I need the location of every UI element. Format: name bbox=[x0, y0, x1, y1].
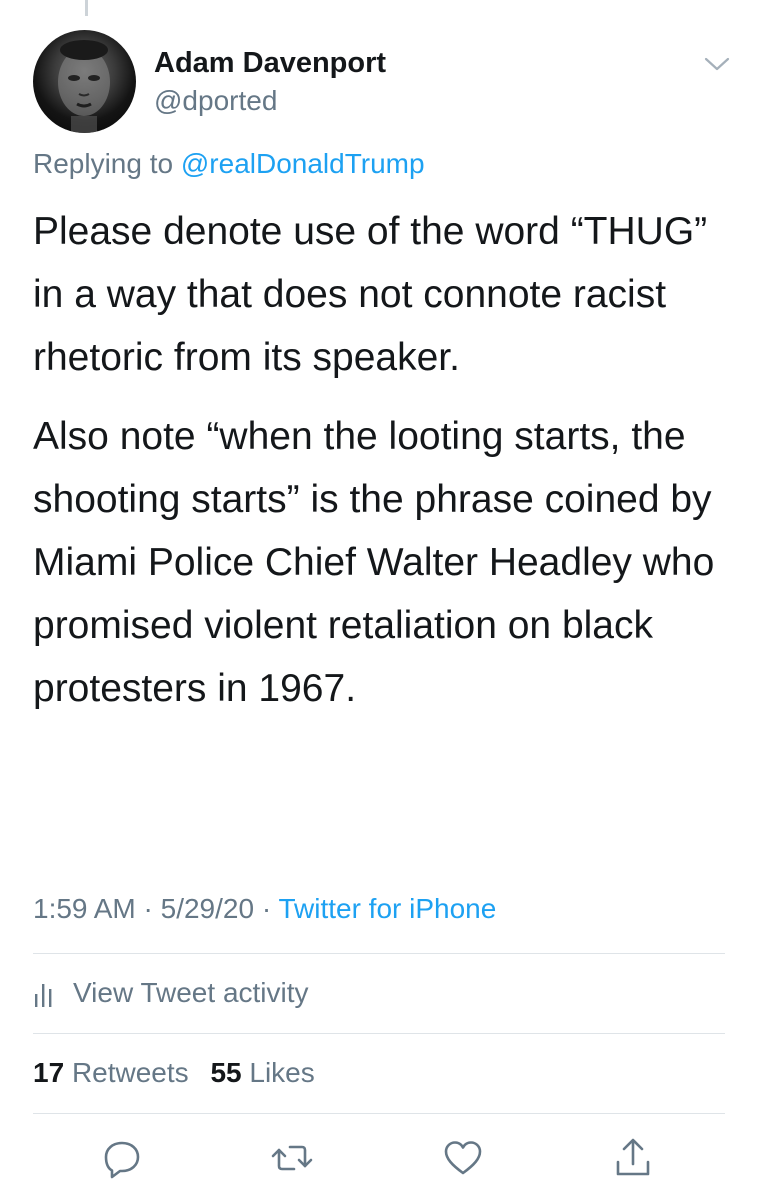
replying-to-mention-link[interactable]: @realDonaldTrump bbox=[181, 148, 425, 179]
tweet-source-link[interactable]: Twitter for iPhone bbox=[278, 893, 496, 924]
avatar[interactable] bbox=[33, 30, 136, 133]
author-display-name[interactable]: Adam Davenport bbox=[154, 47, 386, 80]
view-tweet-activity-label: View Tweet activity bbox=[73, 977, 309, 1008]
view-tweet-activity-button[interactable]: View Tweet activity bbox=[33, 975, 309, 1011]
retweets-count: 17 bbox=[33, 1057, 65, 1088]
retweets-label: Retweets bbox=[71, 1057, 189, 1088]
share-icon[interactable] bbox=[611, 1136, 655, 1180]
tweet-paragraph: Please denote use of the word “THUG” in … bbox=[33, 210, 708, 379]
tweet-meta: 1:59 AM · 5/29/20 · Twitter for iPhone bbox=[33, 893, 496, 925]
like-icon[interactable] bbox=[441, 1136, 485, 1180]
replying-to-prefix: Replying to bbox=[33, 148, 174, 179]
tweet-paragraph: Also note “when the looting starts, the … bbox=[33, 415, 715, 710]
divider bbox=[33, 1113, 725, 1114]
author-handle[interactable]: @dported bbox=[154, 85, 277, 117]
analytics-bars-icon bbox=[35, 984, 52, 1007]
thread-connector-line bbox=[85, 0, 88, 16]
divider bbox=[33, 953, 725, 954]
replying-to-line: Replying to @realDonaldTrump bbox=[33, 148, 425, 180]
chevron-down-icon[interactable] bbox=[702, 54, 732, 74]
tweet-time: 1:59 AM bbox=[33, 893, 136, 924]
reply-icon[interactable] bbox=[100, 1136, 144, 1180]
engagement-stats: 17 Retweets 55 Likes bbox=[33, 1057, 329, 1089]
retweet-icon[interactable] bbox=[270, 1136, 314, 1180]
likes-count: 55 bbox=[210, 1057, 242, 1088]
tweet-text: Please denote use of the word “THUG” in … bbox=[33, 200, 733, 736]
likes-label: Likes bbox=[249, 1057, 315, 1088]
retweets-stat[interactable]: 17 Retweets bbox=[33, 1057, 196, 1088]
meta-separator: · bbox=[261, 893, 272, 924]
meta-separator: · bbox=[143, 893, 153, 924]
divider bbox=[33, 1033, 725, 1034]
likes-stat[interactable]: 55 Likes bbox=[210, 1057, 314, 1088]
tweet-date: 5/29/20 bbox=[160, 893, 255, 924]
